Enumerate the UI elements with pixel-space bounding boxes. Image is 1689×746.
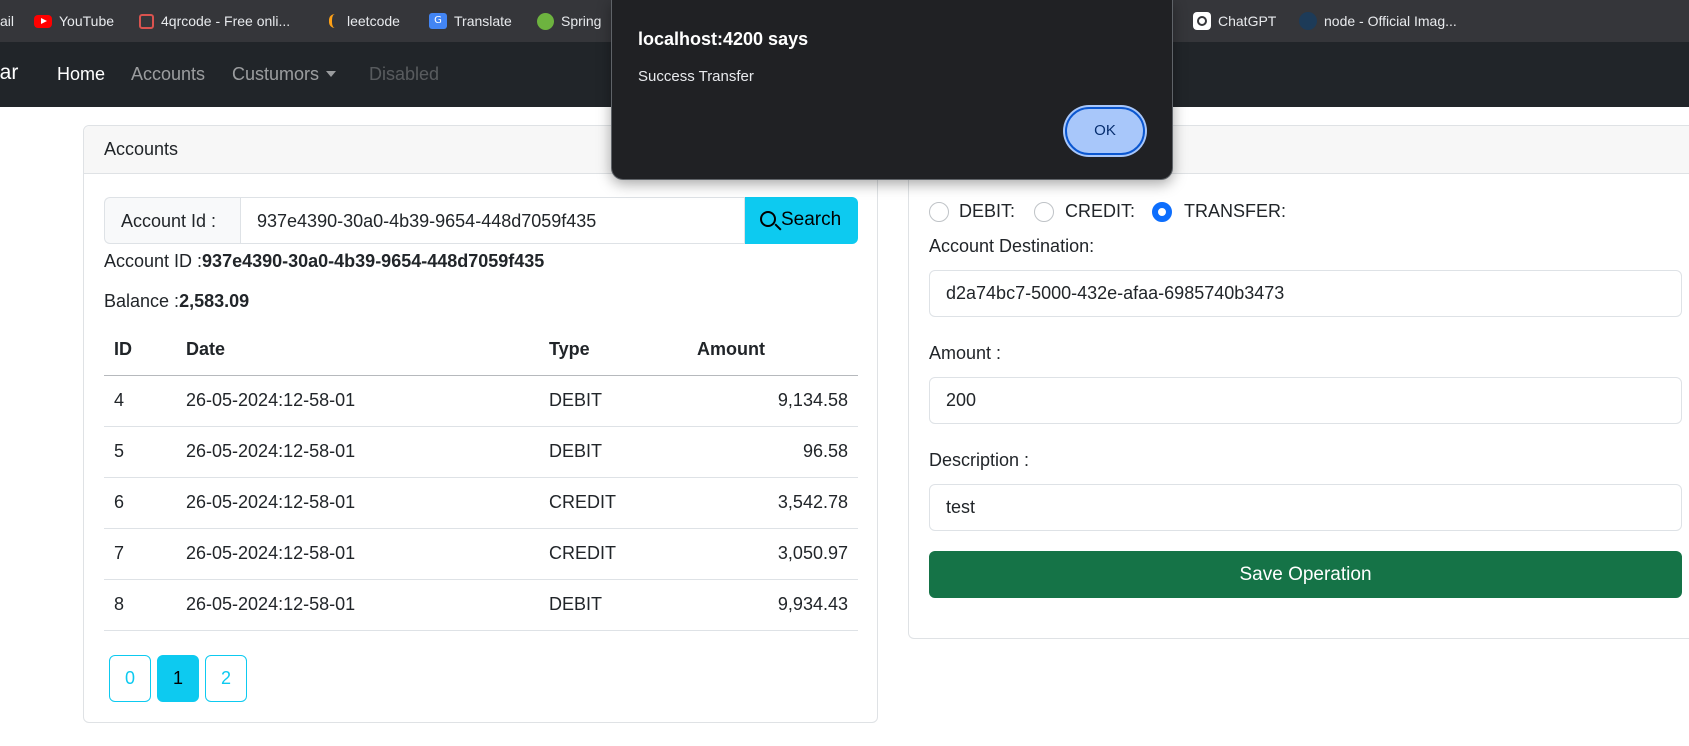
caret-down-icon bbox=[326, 71, 337, 77]
cell-date: 26-05-2024:12-58-01 bbox=[176, 528, 539, 580]
page-button-1[interactable]: 1 bbox=[157, 655, 199, 702]
cell-amount: 96.58 bbox=[687, 426, 858, 478]
cell-date: 26-05-2024:12-58-01 bbox=[176, 579, 539, 631]
description-label: Description : bbox=[929, 450, 1030, 470]
alert-title: localhost:4200 says bbox=[638, 29, 809, 49]
amount-label: Amount : bbox=[929, 343, 1002, 363]
account-id-label: Account Id : bbox=[104, 197, 240, 244]
save-operation-button[interactable]: Save Operation bbox=[929, 551, 1682, 598]
search-button[interactable]: Search bbox=[745, 197, 858, 244]
destination-label: Account Destination: bbox=[929, 236, 1095, 256]
cell-date: 26-05-2024:12-58-01 bbox=[176, 426, 539, 478]
cell-date: 26-05-2024:12-58-01 bbox=[176, 477, 539, 529]
cell-id: 6 bbox=[104, 477, 176, 529]
bookmark-youtube[interactable]: YouTube bbox=[34, 0, 114, 42]
table-row: 7 26-05-2024:12-58-01 CREDIT 3,050.97 bbox=[104, 528, 858, 580]
amount-input[interactable]: 200 bbox=[929, 377, 1682, 424]
radio-credit-label: CREDIT: bbox=[1065, 201, 1136, 221]
cell-amount: 3,542.78 bbox=[687, 477, 858, 529]
cell-amount: 9,134.58 bbox=[687, 375, 858, 427]
cell-type: DEBIT bbox=[539, 426, 687, 478]
bookmark-leetcode[interactable]: leetcode bbox=[326, 0, 400, 42]
account-id-info-value: 937e4390-30a0-4b39-9654-448d7059f435 bbox=[202, 251, 545, 271]
operations-table: ID Date Type Amount 4 26-05-2024:12-58-0… bbox=[104, 324, 858, 631]
cell-id: 7 bbox=[104, 528, 176, 580]
nav-disabled: Disabled bbox=[369, 64, 440, 84]
balance-label: Balance : bbox=[104, 291, 180, 311]
docker-icon bbox=[1299, 12, 1317, 30]
column-header-amount: Amount bbox=[687, 324, 858, 376]
balance-info: Balance :2,583.09 bbox=[104, 291, 249, 312]
cell-id: 8 bbox=[104, 579, 176, 631]
cell-type: CREDIT bbox=[539, 528, 687, 580]
nav-custumors-label: Custumors bbox=[232, 64, 320, 84]
cell-type: DEBIT bbox=[539, 579, 687, 631]
radio-transfer[interactable] bbox=[1152, 202, 1172, 222]
column-header-id: ID bbox=[104, 324, 176, 376]
bookmark-spring[interactable]: Spring bbox=[537, 0, 601, 42]
chatgpt-icon bbox=[1193, 12, 1211, 30]
radio-debit[interactable] bbox=[929, 202, 949, 222]
alert-dialog: localhost:4200 says Success Transfer OK bbox=[611, 0, 1173, 180]
bookmark-mail[interactable]: ail bbox=[0, 0, 14, 42]
bookmark-node-docker[interactable]: node - Official Imag... bbox=[1299, 0, 1457, 42]
table-row: 6 26-05-2024:12-58-01 CREDIT 3,542.78 bbox=[104, 477, 858, 529]
description-input[interactable]: test bbox=[929, 484, 1682, 531]
search-icon bbox=[760, 211, 776, 227]
qrcode-icon bbox=[139, 13, 154, 29]
bookmark-translate[interactable]: G Translate bbox=[429, 0, 512, 42]
navbar-brand[interactable]: bar bbox=[0, 61, 18, 85]
table-row: 5 26-05-2024:12-58-01 DEBIT 96.58 bbox=[104, 426, 858, 478]
account-search-group: Account Id : 937e4390-30a0-4b39-9654-448… bbox=[104, 197, 858, 244]
table-row: 8 26-05-2024:12-58-01 DEBIT 9,934.43 bbox=[104, 579, 858, 631]
spring-icon bbox=[537, 12, 554, 30]
translate-icon: G bbox=[429, 13, 447, 29]
column-header-type: Type bbox=[539, 324, 687, 376]
cell-type: CREDIT bbox=[539, 477, 687, 529]
destination-input[interactable]: d2a74bc7-5000-432e-afaa-6985740b3473 bbox=[929, 270, 1682, 317]
nav-accounts[interactable]: Accounts bbox=[131, 64, 205, 85]
table-header-row: ID Date Type Amount bbox=[104, 324, 858, 376]
bookmark-4qrcode[interactable]: 4qrcode - Free onli... bbox=[139, 0, 290, 42]
column-header-date: Date bbox=[176, 324, 539, 376]
cell-type: DEBIT bbox=[539, 375, 687, 427]
account-id-info-label: Account ID : bbox=[104, 251, 203, 271]
radio-debit-label: DEBIT: bbox=[959, 201, 1016, 221]
search-button-label: Search bbox=[781, 209, 842, 230]
radio-transfer-label: TRANSFER: bbox=[1184, 201, 1287, 221]
cell-id: 5 bbox=[104, 426, 176, 478]
leetcode-icon bbox=[326, 13, 340, 29]
alert-message: Success Transfer bbox=[638, 68, 754, 85]
nav-home[interactable]: Home bbox=[57, 64, 105, 85]
page-button-2[interactable]: 2 bbox=[205, 655, 247, 702]
ok-button[interactable]: OK bbox=[1065, 107, 1145, 155]
youtube-icon bbox=[34, 14, 52, 28]
bookmark-chatgpt[interactable]: ChatGPT bbox=[1193, 0, 1276, 42]
table-row: 4 26-05-2024:12-58-01 DEBIT 9,134.58 bbox=[104, 375, 858, 427]
cell-id: 4 bbox=[104, 375, 176, 427]
cell-date: 26-05-2024:12-58-01 bbox=[176, 375, 539, 427]
cell-amount: 9,934.43 bbox=[687, 579, 858, 631]
page-button-0[interactable]: 0 bbox=[109, 655, 151, 702]
account-id-input[interactable]: 937e4390-30a0-4b39-9654-448d7059f435 bbox=[240, 197, 745, 244]
account-id-info: Account ID :937e4390-30a0-4b39-9654-448d… bbox=[104, 251, 544, 272]
radio-credit[interactable] bbox=[1034, 202, 1054, 222]
balance-value: 2,583.09 bbox=[179, 291, 250, 311]
cell-amount: 3,050.97 bbox=[687, 528, 858, 580]
nav-custumors-dropdown[interactable]: Custumors bbox=[232, 64, 337, 85]
